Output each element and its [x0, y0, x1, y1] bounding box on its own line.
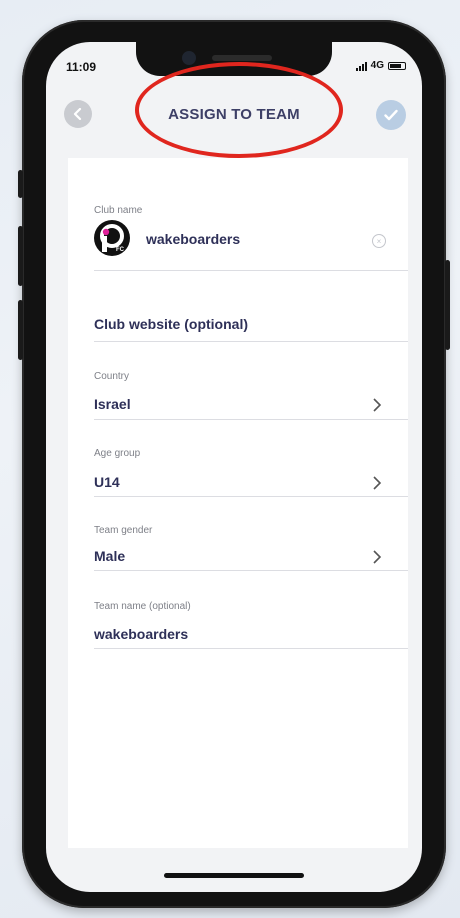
signal-icon	[355, 61, 367, 71]
country-label: Country	[94, 371, 130, 382]
home-indicator	[164, 873, 304, 878]
club-name-label: Club name	[94, 205, 143, 216]
team-gender-label: Team gender	[94, 525, 153, 536]
confirm-button[interactable]	[376, 100, 406, 130]
form-card: Club name FC wakeboarders × Club website…	[68, 158, 408, 848]
age-group-label: Age group	[94, 448, 141, 459]
chevron-right-icon[interactable]	[370, 550, 384, 564]
side-button-power	[445, 260, 450, 350]
divider	[94, 419, 408, 420]
highlight-annotation-ring	[135, 62, 343, 158]
club-logo-text: FC	[116, 247, 125, 253]
checkmark-icon	[384, 109, 398, 121]
team-gender-select[interactable]: Male	[94, 548, 408, 566]
camera-icon	[182, 51, 196, 65]
app-screen: 11:09 4G ASSIGN TO TEAM Club name FC wak…	[46, 42, 422, 892]
battery-icon	[388, 61, 406, 70]
divider	[94, 496, 408, 497]
chevron-right-icon[interactable]	[370, 398, 384, 412]
side-button-volume-up	[18, 226, 23, 286]
club-logo-icon: FC	[94, 220, 130, 256]
clear-icon[interactable]: ×	[372, 234, 386, 248]
chevron-right-icon[interactable]	[370, 476, 384, 490]
status-time: 11:09	[66, 60, 97, 74]
network-type: 4G	[370, 60, 384, 71]
divider	[94, 341, 408, 342]
divider	[94, 570, 408, 571]
club-name-field[interactable]: wakeboarders	[146, 231, 408, 249]
side-button-volume-down	[18, 300, 23, 360]
team-name-input[interactable]: wakeboarders	[94, 626, 408, 644]
side-button-action	[18, 170, 23, 198]
age-group-select[interactable]: U14	[94, 474, 408, 492]
country-select[interactable]: Israel	[94, 396, 408, 414]
divider	[94, 270, 408, 271]
speaker-grille	[212, 55, 272, 61]
divider	[94, 648, 408, 649]
club-website-input[interactable]: Club website (optional)	[94, 316, 408, 334]
team-name-label: Team name (optional)	[94, 601, 191, 612]
status-indicators: 4G	[355, 60, 406, 71]
